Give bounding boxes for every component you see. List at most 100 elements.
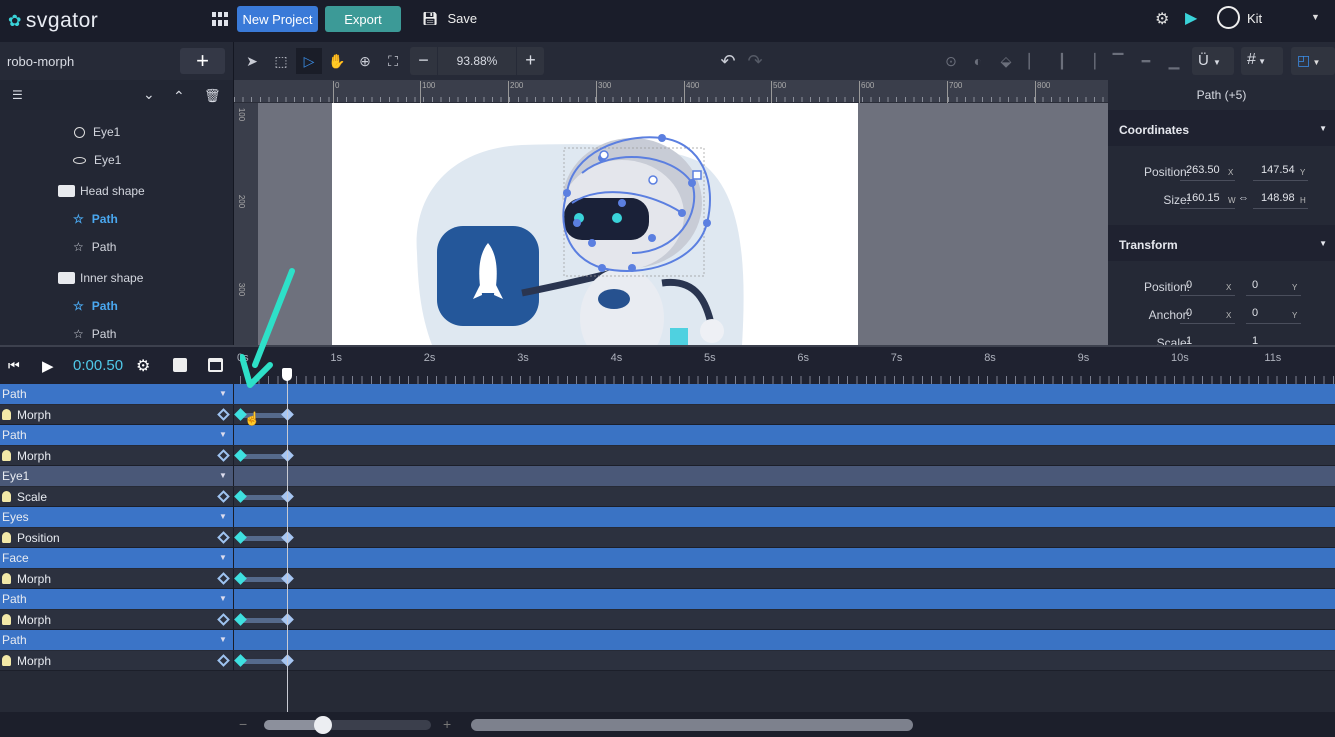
new-project-button[interactable]: New Project (237, 6, 318, 32)
add-keyframe-icon[interactable] (217, 407, 230, 421)
align-bottom-icon[interactable]: ▁ (1161, 48, 1187, 74)
svgator-logo[interactable]: ✿ svgator (8, 9, 98, 33)
lightbulb-icon[interactable] (2, 654, 11, 666)
keyframe[interactable] (234, 653, 247, 667)
lightbulb-icon[interactable] (2, 449, 11, 461)
zoom-in-button[interactable]: + (516, 47, 544, 75)
link-proportions-icon[interactable]: ⇔ (1238, 192, 1249, 204)
layer-item[interactable]: ☆ Path (73, 209, 118, 229)
layer-group[interactable]: Head shape (58, 181, 145, 201)
lightbulb-icon[interactable] (2, 531, 11, 543)
transform-tool-icon[interactable]: ⬚ (268, 48, 294, 74)
flip-vertical-icon[interactable]: ⬙ (993, 48, 1019, 74)
zoom-area-icon[interactable]: ⊕ (352, 48, 378, 74)
zoom-in-timeline[interactable]: + (443, 716, 451, 732)
undo-icon[interactable]: ↶ (715, 48, 741, 74)
lightbulb-icon[interactable] (2, 613, 11, 625)
export-button[interactable]: Export (325, 6, 401, 32)
delete-layer-icon[interactable]: 🗑︎ (204, 88, 221, 104)
layer-item[interactable]: ☆ Path (73, 296, 118, 316)
timeline-group-row[interactable]: Eyes ▼ (0, 507, 1335, 527)
keyframe[interactable] (234, 448, 247, 462)
chevron-down-icon[interactable]: ▼ (219, 635, 227, 644)
project-name[interactable]: robo-morph (7, 54, 74, 69)
node-tool-icon[interactable]: ▷ (296, 48, 322, 74)
align-left-icon[interactable]: ▏ (1021, 48, 1047, 74)
timeline-property-row[interactable]: Morph (0, 650, 1335, 671)
chevron-down-icon[interactable]: ▼ (219, 389, 227, 398)
lightbulb-icon[interactable] (2, 490, 11, 502)
keyframe[interactable] (234, 489, 247, 503)
layer-group[interactable]: Inner shape (58, 268, 143, 288)
artboard[interactable] (332, 103, 858, 345)
keyframe-segment[interactable] (240, 535, 287, 541)
keyframe-segment[interactable] (240, 494, 287, 500)
grid-button[interactable]: # ▼ (1241, 47, 1283, 75)
select-tool-icon[interactable]: ➤ (239, 48, 265, 74)
keyframe-panel-icon[interactable] (208, 358, 223, 372)
timeline-group-row[interactable]: Eye1 ▼ (0, 466, 1335, 486)
add-keyframe-icon[interactable] (217, 653, 230, 667)
timeline-property-row[interactable]: Position (0, 527, 1335, 548)
add-keyframe-icon[interactable] (217, 448, 230, 462)
transform-section[interactable]: Transform ▼ (1108, 225, 1335, 261)
apps-grid-icon[interactable] (212, 12, 228, 26)
chevron-down-icon[interactable]: ▼ (219, 471, 227, 480)
align-center-icon[interactable]: ⊙ (938, 48, 964, 74)
position-x-input[interactable]: 263.50 (1180, 164, 1235, 181)
align-right-icon[interactable]: ▕ (1077, 48, 1103, 74)
chevron-down-icon[interactable]: ▼ (219, 512, 227, 521)
lightbulb-icon[interactable] (2, 572, 11, 584)
playhead-line[interactable] (286, 372, 288, 712)
save-button[interactable]: 💾︎ Save (422, 11, 477, 27)
canvas-area[interactable] (258, 103, 1108, 345)
timeline-property-row[interactable]: Morph (0, 568, 1335, 589)
add-keyframe-icon[interactable] (217, 489, 230, 503)
horizontal-scrollbar[interactable] (471, 719, 913, 731)
layer-item[interactable]: ☆ Path (73, 324, 116, 344)
chevron-down-icon[interactable]: ▼ (219, 553, 227, 562)
coordinates-section[interactable]: Coordinates ▼ (1108, 110, 1335, 146)
chevron-down-icon[interactable]: ▼ (1319, 239, 1327, 248)
user-icon[interactable] (1217, 6, 1240, 29)
keyframe[interactable] (234, 530, 247, 544)
align-top-icon[interactable]: ▔ (1105, 48, 1131, 74)
slider-thumb[interactable] (314, 716, 332, 734)
redo-icon[interactable]: ↷ (742, 48, 768, 74)
keyframe-segment[interactable] (240, 658, 287, 664)
timeline-property-row[interactable]: Scale (0, 486, 1335, 507)
layer-item[interactable]: Eye1 (73, 150, 121, 170)
align-vcenter-icon[interactable]: ━ (1133, 48, 1159, 74)
timeline-property-row[interactable]: Morph (0, 404, 1335, 425)
add-keyframe-icon[interactable] (217, 530, 230, 544)
layer-item[interactable]: ☆ Path (73, 237, 116, 257)
settings-icon[interactable]: ⚙ (1155, 9, 1169, 29)
keyframe[interactable] (234, 612, 247, 626)
hand-tool-icon[interactable]: ✋ (324, 48, 350, 74)
timeline-group-row[interactable]: Path ▼ (0, 589, 1335, 609)
timeline-ruler[interactable]: 0s 1s 2s 3s 4s 5s 6s 7s 8s 9s 10s 11s (234, 345, 1335, 384)
expand-all-icon[interactable]: ⌃ (173, 88, 185, 105)
add-keyframe-icon[interactable] (217, 571, 230, 585)
zoom-out-button[interactable]: − (410, 47, 438, 75)
timeline-property-row[interactable]: Morph (0, 609, 1335, 630)
rulers-button[interactable]: ◰ ▼ (1291, 47, 1335, 75)
current-time[interactable]: 0:00.50 (73, 357, 123, 374)
flip-horizontal-icon[interactable]: ◐ (965, 48, 991, 74)
keyframe[interactable] (234, 571, 247, 585)
keyframe-segment[interactable] (240, 576, 287, 582)
skip-to-start-icon[interactable]: ⏮ (8, 358, 20, 374)
align-hcenter-icon[interactable]: ┃ (1049, 48, 1075, 74)
play-icon[interactable]: ▶ (42, 357, 54, 375)
collapse-all-icon[interactable]: ⌄ (143, 86, 155, 103)
timeline-group-row[interactable]: Path ▼ (0, 425, 1335, 445)
magnet-snap-button[interactable]: Ü ▼ (1192, 47, 1234, 75)
timeline-group-row[interactable]: Face ▼ (0, 548, 1335, 568)
zoom-level[interactable]: 93.88% (439, 54, 515, 68)
keyframe-segment[interactable] (240, 617, 287, 623)
timeline-zoom-slider[interactable] (264, 716, 431, 734)
timeline-group-row[interactable]: Path ▼ (0, 384, 1335, 404)
chevron-down-icon[interactable]: ▼ (219, 594, 227, 603)
timeline-property-row[interactable]: Morph (0, 445, 1335, 466)
timeline-group-row[interactable]: Path ▼ (0, 630, 1335, 650)
